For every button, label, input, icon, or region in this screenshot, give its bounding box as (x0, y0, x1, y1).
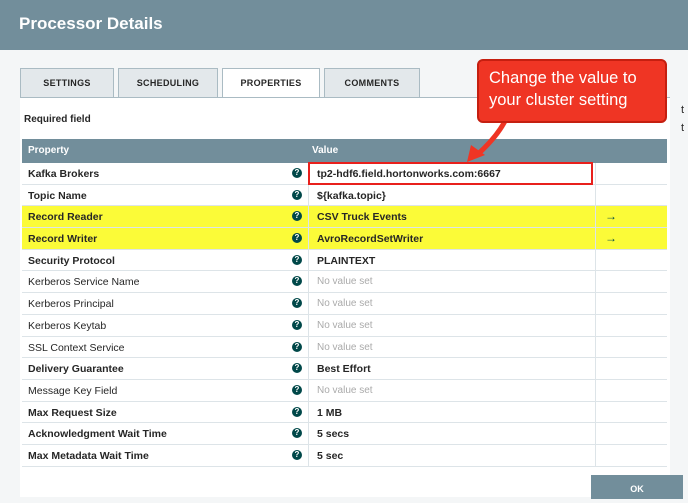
column-divider (308, 314, 309, 336)
property-value[interactable]: 1 MB (317, 407, 342, 419)
help-icon[interactable]: ? (292, 449, 302, 460)
column-divider (308, 206, 309, 228)
property-value[interactable]: No value set (317, 276, 373, 287)
table-row[interactable]: Record Reader? CSV Truck Events → (22, 206, 667, 229)
property-name: Message Key Field (28, 384, 118, 397)
table-row[interactable]: Kerberos Principal? No value set (22, 293, 667, 315)
required-field-label: Required field (24, 114, 91, 125)
annotation-callout: Change the value to your cluster setting (477, 59, 667, 123)
help-icon[interactable]: ? (292, 406, 302, 417)
property-value[interactable]: Best Effort (317, 363, 371, 375)
column-divider (308, 379, 309, 401)
help-icon[interactable]: ? (292, 384, 302, 395)
column-divider (308, 228, 309, 249)
property-name: Kerberos Principal (28, 298, 114, 311)
column-divider (595, 401, 596, 423)
property-name: Topic Name (28, 189, 87, 202)
go-to-service-icon[interactable]: → (605, 209, 617, 223)
dialog-title: Processor Details (19, 14, 163, 33)
column-divider (308, 271, 309, 293)
table-row[interactable]: Delivery Guarantee? Best Effort (22, 358, 667, 380)
property-value[interactable]: 5 sec (317, 450, 343, 462)
column-divider (595, 271, 596, 293)
property-name: Record Reader (28, 211, 103, 224)
property-value[interactable]: 5 secs (317, 428, 349, 440)
column-divider (308, 249, 309, 271)
column-divider (595, 228, 596, 249)
property-name: Record Writer (28, 233, 98, 246)
table-row[interactable]: Topic Name? ${kafka.topic} (22, 184, 667, 207)
property-name: Max Request Size (28, 406, 117, 419)
column-divider (308, 423, 309, 444)
column-divider (595, 379, 596, 401)
table-row[interactable]: Max Metadata Wait Time? 5 sec (22, 444, 667, 467)
ok-button[interactable]: OK (591, 475, 683, 499)
help-icon[interactable]: ? (292, 276, 302, 287)
tab-settings[interactable]: SETTINGS (20, 68, 114, 97)
column-divider (308, 336, 309, 358)
column-divider (595, 444, 596, 466)
property-value[interactable]: No value set (317, 320, 373, 331)
help-icon[interactable]: ? (292, 428, 302, 439)
help-icon[interactable]: ? (292, 298, 302, 309)
properties-table: Property Value Kafka Brokers? tp2-hdf6.fi… (22, 139, 667, 467)
property-value[interactable]: CSV Truck Events (317, 211, 407, 223)
help-icon[interactable]: ? (292, 189, 302, 200)
help-icon[interactable]: ? (292, 233, 302, 244)
property-column-header[interactable]: Property (28, 145, 69, 156)
table-header: Property Value (22, 139, 667, 163)
column-divider (595, 293, 596, 314)
property-name: Security Protocol (28, 254, 115, 267)
column-divider (595, 163, 596, 184)
property-name: Acknowledgment Wait Time (28, 428, 167, 441)
column-divider (308, 293, 309, 314)
column-divider (595, 184, 596, 206)
column-divider (308, 184, 309, 206)
column-divider (595, 358, 596, 379)
help-icon[interactable]: ? (292, 319, 302, 330)
column-divider (308, 401, 309, 423)
value-column-header[interactable]: Value (312, 145, 338, 156)
table-row[interactable]: Acknowledgment Wait Time? 5 secs (22, 423, 667, 445)
property-name: SSL Context Service (28, 341, 125, 354)
property-name: Kerberos Keytab (28, 319, 107, 332)
table-row[interactable]: Kerberos Keytab? No value set (22, 314, 667, 337)
help-icon[interactable]: ? (292, 168, 302, 178)
tab-scheduling[interactable]: SCHEDULING (118, 68, 218, 97)
property-value[interactable]: No value set (317, 342, 373, 353)
property-value[interactable]: No value set (317, 385, 373, 396)
table-row[interactable]: Record Writer? AvroRecordSetWriter → (22, 228, 667, 250)
property-value[interactable]: AvroRecordSetWriter (317, 233, 423, 245)
table-row[interactable]: SSL Context Service? No value set (22, 336, 667, 359)
table-row[interactable]: Kerberos Service Name? No value set (22, 271, 667, 294)
property-name: Max Metadata Wait Time (28, 449, 149, 462)
table-row[interactable]: Security Protocol? PLAINTEXT (22, 249, 667, 272)
column-divider (308, 444, 309, 466)
property-name: Delivery Guarantee (28, 363, 124, 376)
table-row[interactable]: Max Request Size? 1 MB (22, 401, 667, 424)
help-icon[interactable]: ? (292, 211, 302, 222)
property-name: Kerberos Service Name (28, 276, 140, 289)
dialog-header: Processor Details (0, 0, 688, 50)
go-to-service-icon[interactable]: → (605, 231, 617, 245)
property-value[interactable]: ${kafka.topic} (317, 190, 386, 202)
help-icon[interactable]: ? (292, 341, 302, 352)
column-divider (595, 249, 596, 271)
property-value[interactable]: No value set (317, 298, 373, 309)
tab-properties[interactable]: PROPERTIES (222, 68, 320, 99)
kafka-brokers-highlight-box (308, 162, 593, 185)
background-text-fragment: t (681, 104, 685, 116)
property-value[interactable]: PLAINTEXT (317, 255, 375, 267)
property-name: Kafka Brokers (28, 168, 100, 180)
column-divider (308, 358, 309, 379)
background-text-fragment: t (681, 122, 685, 134)
table-row[interactable]: Message Key Field? No value set (22, 379, 667, 402)
tab-comments[interactable]: COMMENTS (324, 68, 420, 97)
help-icon[interactable]: ? (292, 363, 302, 374)
help-icon[interactable]: ? (292, 254, 302, 265)
column-divider (595, 314, 596, 336)
column-divider (595, 336, 596, 358)
column-divider (595, 423, 596, 444)
column-divider (595, 206, 596, 228)
